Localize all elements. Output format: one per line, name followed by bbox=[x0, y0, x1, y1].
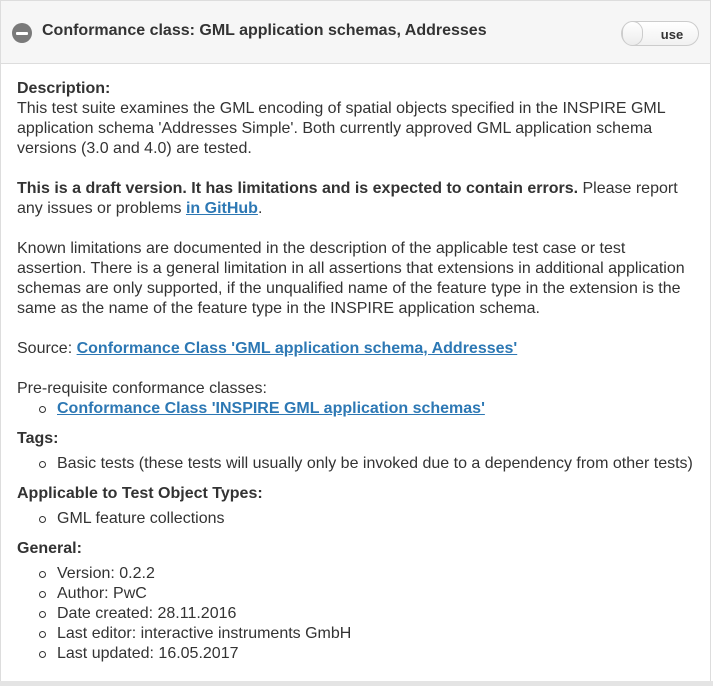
list-item: Author: PwC bbox=[39, 584, 694, 604]
toggle-label: use bbox=[660, 27, 684, 42]
tags-heading: Tags: bbox=[17, 430, 59, 447]
list-item: Last editor: interactive instruments Gmb… bbox=[39, 624, 694, 644]
conformance-class-panel: Conformance class: GML application schem… bbox=[0, 0, 711, 685]
description-text: This test suite examines the GML encodin… bbox=[17, 100, 666, 157]
source-label: Source: bbox=[17, 340, 77, 357]
tags-list: Basic tests (these tests will usually on… bbox=[17, 454, 694, 474]
github-link[interactable]: in GitHub bbox=[186, 200, 258, 217]
bottom-divider bbox=[0, 681, 713, 686]
prerequisite-link[interactable]: Conformance Class 'INSPIRE GML applicati… bbox=[57, 400, 485, 417]
applicable-heading: Applicable to Test Object Types: bbox=[17, 485, 263, 502]
prerequisite-list: Conformance Class 'INSPIRE GML applicati… bbox=[17, 399, 694, 419]
list-item: Version: 0.2.2 bbox=[39, 564, 694, 584]
description-heading: Description: bbox=[17, 80, 111, 97]
toggle-knob[interactable] bbox=[622, 21, 643, 46]
list-item: Date created: 28.11.2016 bbox=[39, 604, 694, 624]
list-item: GML feature collections bbox=[39, 509, 694, 529]
use-toggle[interactable]: use bbox=[621, 21, 699, 46]
panel-title: Conformance class: GML application schem… bbox=[42, 22, 487, 39]
prerequisite-label: Pre-requisite conformance classes: bbox=[17, 380, 267, 397]
panel-header[interactable]: Conformance class: GML application schem… bbox=[1, 1, 710, 64]
minus-circle-icon[interactable] bbox=[12, 23, 32, 43]
draft-notice-bold: This is a draft version. It has limitati… bbox=[17, 180, 579, 197]
applicable-list: GML feature collections bbox=[17, 509, 694, 529]
source-line: Source: Conformance Class 'GML applicati… bbox=[17, 339, 694, 359]
draft-notice-end: . bbox=[257, 200, 263, 217]
general-heading: General: bbox=[17, 540, 82, 557]
panel-body: Description: This test suite examines th… bbox=[1, 64, 710, 664]
known-limitations-text: Known limitations are documented in the … bbox=[17, 240, 685, 317]
draft-notice: This is a draft version. It has limitati… bbox=[17, 179, 694, 219]
general-list: Version: 0.2.2 Author: PwC Date created:… bbox=[17, 564, 694, 664]
source-link[interactable]: Conformance Class 'GML application schem… bbox=[77, 340, 518, 357]
list-item: Basic tests (these tests will usually on… bbox=[39, 455, 693, 472]
list-item: Last updated: 16.05.2017 bbox=[39, 644, 694, 664]
list-item: Conformance Class 'INSPIRE GML applicati… bbox=[39, 399, 694, 419]
